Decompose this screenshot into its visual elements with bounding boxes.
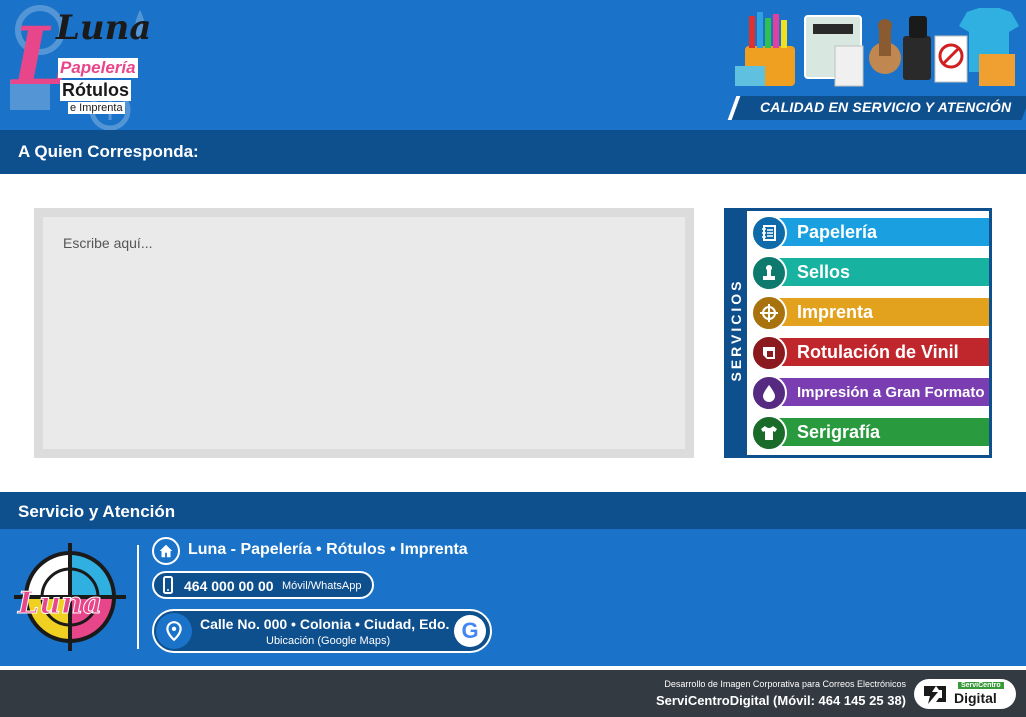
service-item-rotulacion[interactable]: Rotulación de Vinil [751, 335, 989, 371]
greeting-title: A Quien Corresponda: [18, 142, 199, 161]
contact-section: Luna Luna - Papelería • Rótulos • Impren… [0, 529, 1026, 666]
notebook-icon [751, 215, 787, 251]
phone-note: Móvil/WhatsApp [282, 580, 362, 592]
message-textarea[interactable] [43, 217, 685, 449]
services-list: Papelería Sellos Imprenta Rotulación de … [747, 211, 989, 455]
service-item-sellos[interactable]: Sellos [751, 255, 989, 291]
google-maps-icon: G [454, 615, 486, 647]
stamp-icon [751, 255, 787, 291]
contact-bar-title: Servicio y Atención [18, 502, 176, 521]
luna-crosshair-logo: Luna [14, 543, 126, 651]
footer-credit-small: Desarrollo de Imagen Corporativa para Co… [664, 679, 906, 689]
crosshair-icon [751, 295, 787, 331]
services-label-text: SERVICIOS [728, 278, 744, 382]
service-item-serigrafia[interactable]: Serigrafía [751, 415, 989, 451]
address-note: Ubicación (Google Maps) [266, 635, 391, 647]
phone-link[interactable]: 464 000 00 00 Móvil/WhatsApp [152, 571, 374, 599]
services-panel: SERVICIOS Papelería Sellos Imprenta Rotu… [724, 208, 992, 458]
logo-papeleria-text: Papelería [58, 58, 138, 78]
service-label: Sellos [797, 262, 851, 282]
header: L Luna Papelería Rótulos e Imprenta CALI… [0, 0, 1026, 130]
services-vertical-label: SERVICIOS [728, 258, 744, 408]
brand-logo: L Luna Papelería Rótulos e Imprenta [8, 6, 158, 124]
service-item-imprenta[interactable]: Imprenta [751, 295, 989, 331]
servicentro-logo[interactable]: ServiCentro Digital [914, 679, 1016, 709]
contact-divider [137, 545, 139, 649]
logo-imprenta-text: e Imprenta [68, 102, 125, 114]
footer: Desarrollo de Imagen Corporativa para Co… [0, 670, 1026, 717]
phone-icon [163, 576, 173, 594]
scd-badge-top: ServiCentro [958, 682, 1004, 689]
phone-number: 464 000 00 00 [184, 578, 274, 594]
scd-monogram-icon [924, 686, 946, 704]
scd-badge-bottom: Digital [954, 690, 997, 706]
address-link[interactable]: Calle No. 000 • Colonia • Ciudad, Edo. U… [152, 609, 492, 653]
products-illustration [735, 8, 1019, 87]
footer-credit-main: ServiCentroDigital (Móvil: 464 145 25 38… [656, 693, 906, 708]
vinyl-cut-icon [751, 335, 787, 371]
map-pin-icon [156, 613, 192, 649]
message-frame [34, 208, 694, 458]
service-label: Rotulación de Vinil [797, 342, 959, 362]
tagline-text: CALIDAD EN SERVICIO Y ATENCIÓN [760, 99, 1012, 115]
tshirt-icon [751, 415, 787, 451]
greeting-bar: A Quien Corresponda: [0, 130, 1026, 174]
contact-bar: Servicio y Atención [0, 492, 1026, 529]
service-label: Serigrafía [797, 422, 881, 442]
service-label: Papelería [797, 222, 878, 242]
ink-drop-icon [751, 375, 787, 411]
service-item-papeleria[interactable]: Papelería [751, 215, 989, 251]
home-icon [152, 537, 180, 565]
service-item-gran-formato[interactable]: Impresión a Gran Formato [751, 375, 989, 411]
address-text: Calle No. 000 • Colonia • Ciudad, Edo. [200, 616, 450, 632]
logo-rotulos-text: Rótulos [60, 80, 131, 101]
google-letter: G [461, 618, 479, 643]
company-name: Luna - Papelería • Rótulos • Imprenta [188, 541, 468, 558]
svg-text:Luna: Luna [17, 586, 102, 621]
logo-luna-text: Luna [56, 8, 152, 48]
service-label: Impresión a Gran Formato [797, 384, 985, 401]
service-label: Imprenta [797, 302, 874, 322]
